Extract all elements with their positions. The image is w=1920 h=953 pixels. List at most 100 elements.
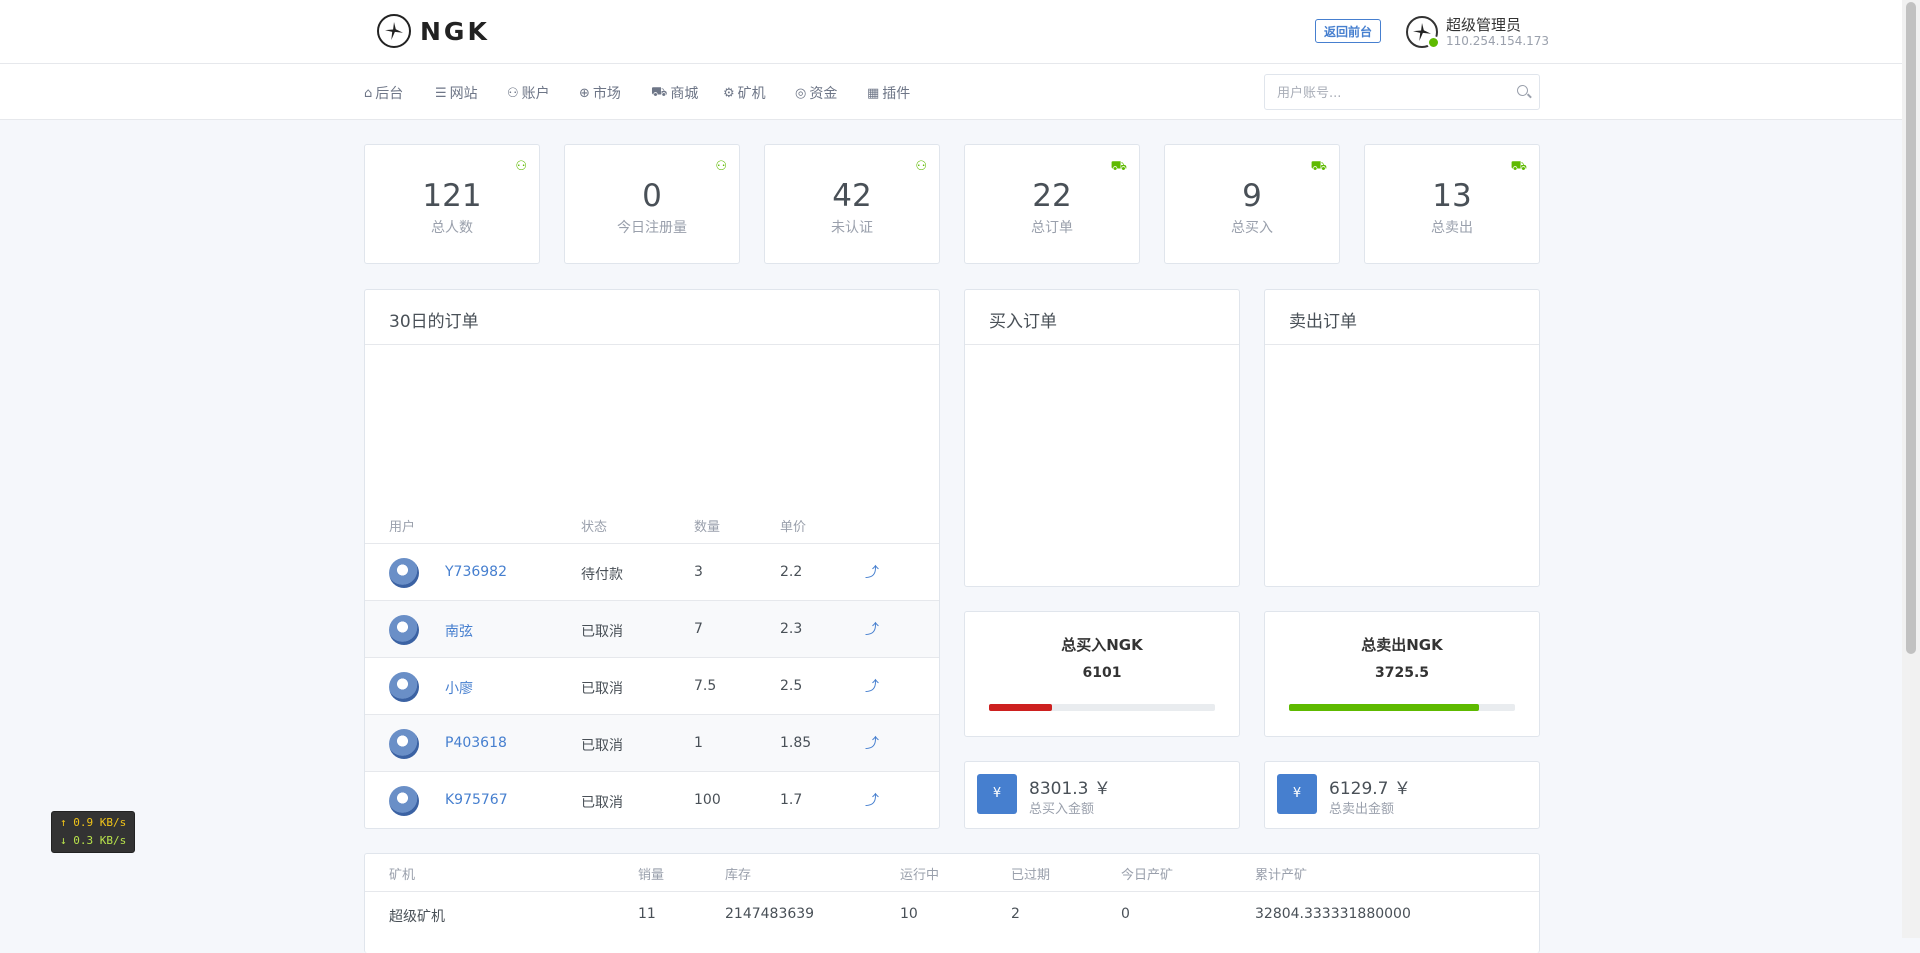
nav-item-market[interactable]: ⊕ 市场 <box>579 83 621 103</box>
column-header-stock: 库存 <box>725 868 752 883</box>
sell-amount-label: 总卖出金额 <box>1329 802 1395 817</box>
nav-item-dashboard[interactable]: ⌂ 后台 <box>364 83 403 103</box>
share-icon[interactable]: ⤴ <box>865 619 879 639</box>
list-icon: ☰ <box>435 85 447 101</box>
home-icon: ⌂ <box>364 85 373 101</box>
user-search-input[interactable] <box>1275 82 1499 104</box>
column-header-user: 用户 <box>389 520 416 535</box>
share-icon[interactable]: ⤴ <box>865 733 879 753</box>
avatar <box>389 672 419 702</box>
nav-item-website[interactable]: ☰ 网站 <box>435 83 478 103</box>
nav-item-miners[interactable]: ⚙ 矿机 <box>723 83 766 103</box>
stat-label: 总人数 <box>431 220 473 236</box>
avatar <box>389 786 419 816</box>
sell-amount-value: 6129.7 ￥ <box>1329 779 1411 799</box>
orders-30d-card: 30日的订单 用户 状态 数量 单价 Y736982 待付款 3 2.2 ⤴ 南… <box>364 289 940 829</box>
nav-item-funds[interactable]: ◎ 资金 <box>795 83 837 103</box>
table-row: 南弦 已取消 7 2.3 ⤴ <box>365 600 939 657</box>
card-header: 30日的订单 <box>365 290 939 345</box>
main-nav: ⌂ 后台 ☰ 网站 ⚇ 账户 ⊕ 市场 ⛟ 商城 ⚙ 矿机 ◎ 资金 ▦ 插件 <box>0 64 1902 120</box>
nav-label: 插件 <box>882 86 911 102</box>
admin-ip: 110.254.154.173 <box>1446 34 1550 48</box>
miner-expired: 2 <box>1011 906 1020 922</box>
sell-orders-card: 卖出订单 <box>1264 289 1540 587</box>
stat-card-today-registrations: ⚇ 0 今日注册量 <box>564 144 740 264</box>
card-title: 卖出订单 <box>1289 312 1357 332</box>
nav-label: 矿机 <box>737 86 766 102</box>
admin-name[interactable]: 超级管理员 <box>1446 14 1521 35</box>
share-icon[interactable]: ⤴ <box>865 676 879 696</box>
nav-label: 网站 <box>449 86 478 102</box>
column-header-today-output: 今日产矿 <box>1121 868 1174 883</box>
buy-orders-card: 买入订单 <box>964 289 1240 587</box>
stat-label: 总卖出 <box>1431 220 1473 236</box>
back-to-frontend-button[interactable]: 返回前台 <box>1315 19 1381 43</box>
table-row: K975767 已取消 100 1.7 ⤴ <box>365 771 939 828</box>
order-user-link[interactable]: Y736982 <box>445 564 507 580</box>
table-row: 小廖 已取消 7.5 2.5 ⤴ <box>365 657 939 714</box>
admin-avatar[interactable] <box>1406 16 1440 49</box>
globe-icon: ⊕ <box>579 85 590 101</box>
order-qty: 1 <box>694 735 703 751</box>
money-icon: ◎ <box>795 85 807 101</box>
miner-total-output: 32804.333331880000 <box>1255 906 1411 922</box>
share-icon[interactable]: ⤴ <box>865 790 879 810</box>
page-scrollbar[interactable] <box>1902 0 1920 938</box>
order-user-link[interactable]: P403618 <box>445 735 507 751</box>
total-buy-progress <box>989 704 1215 711</box>
logo-icon <box>377 14 411 48</box>
order-qty: 3 <box>694 564 703 580</box>
download-speed: ↓ 0.3 KB/s <box>60 834 127 847</box>
miners-table-card: 矿机 销量 库存 运行中 已过期 今日产矿 累计产矿 超级矿机 11 21474… <box>364 853 1540 953</box>
total-sell-card: 总卖出NGK 3725.5 <box>1264 611 1540 737</box>
nav-label: 商城 <box>670 86 699 102</box>
total-buy-value: 6101 <box>1082 665 1122 681</box>
miner-sales: 11 <box>638 906 656 922</box>
stat-value: 121 <box>422 178 482 214</box>
grid-icon: ▦ <box>867 85 880 101</box>
nav-label: 后台 <box>375 86 404 102</box>
buy-amount-label: 总买入金额 <box>1029 802 1095 817</box>
nav-item-accounts[interactable]: ⚇ 账户 <box>507 83 550 103</box>
avatar <box>389 615 419 645</box>
order-user-link[interactable]: 小廖 <box>445 678 473 698</box>
scrollbar-thumb[interactable] <box>1906 2 1916 654</box>
order-user-link[interactable]: 南弦 <box>445 621 473 641</box>
buy-amount-card: ¥ 8301.3 ￥ 总买入金额 <box>964 761 1240 829</box>
network-speed-widget[interactable]: ↑ 0.9 KB/s ↓ 0.3 KB/s <box>51 811 135 853</box>
column-header-price: 单价 <box>780 520 807 535</box>
order-user-link[interactable]: K975767 <box>445 792 508 808</box>
order-status: 待付款 <box>581 567 623 583</box>
miner-running: 10 <box>900 906 918 922</box>
stat-card-total-orders: ⛟ 22 总订单 <box>964 144 1140 264</box>
miner-today-output: 0 <box>1121 906 1130 922</box>
stat-value: 42 <box>832 178 872 214</box>
order-qty: 7 <box>694 621 703 637</box>
cart-icon: ⛟ <box>1110 159 1127 174</box>
order-price: 2.2 <box>780 564 803 580</box>
nav-label: 市场 <box>592 86 621 102</box>
brand-logo[interactable]: NGK <box>377 14 490 48</box>
cart-icon: ⛟ <box>1510 159 1527 174</box>
share-icon[interactable]: ⤴ <box>865 562 879 582</box>
order-qty: 100 <box>694 792 721 808</box>
stat-card-total-sell: ⛟ 13 总卖出 <box>1364 144 1540 264</box>
progress-fill <box>989 704 1053 711</box>
stat-value: 0 <box>642 178 662 214</box>
nav-item-shop[interactable]: ⛟ 商城 <box>651 83 698 103</box>
nav-item-plugins[interactable]: ▦ 插件 <box>867 83 910 103</box>
buy-amount-value: 8301.3 ￥ <box>1029 779 1111 799</box>
search-icon[interactable] <box>1517 85 1528 96</box>
card-header: 买入订单 <box>965 290 1239 345</box>
divider <box>365 891 1539 892</box>
user-icon: ⚇ <box>715 159 727 174</box>
user-icon: ⚇ <box>915 159 927 174</box>
total-sell-value: 3725.5 <box>1374 665 1430 681</box>
column-header-sales: 销量 <box>638 868 665 883</box>
order-status: 已取消 <box>581 795 623 811</box>
user-search-box <box>1264 74 1540 110</box>
avatar <box>389 729 419 759</box>
progress-fill <box>1289 704 1479 711</box>
stat-label: 未认证 <box>831 220 873 236</box>
online-status-dot <box>1427 36 1440 49</box>
